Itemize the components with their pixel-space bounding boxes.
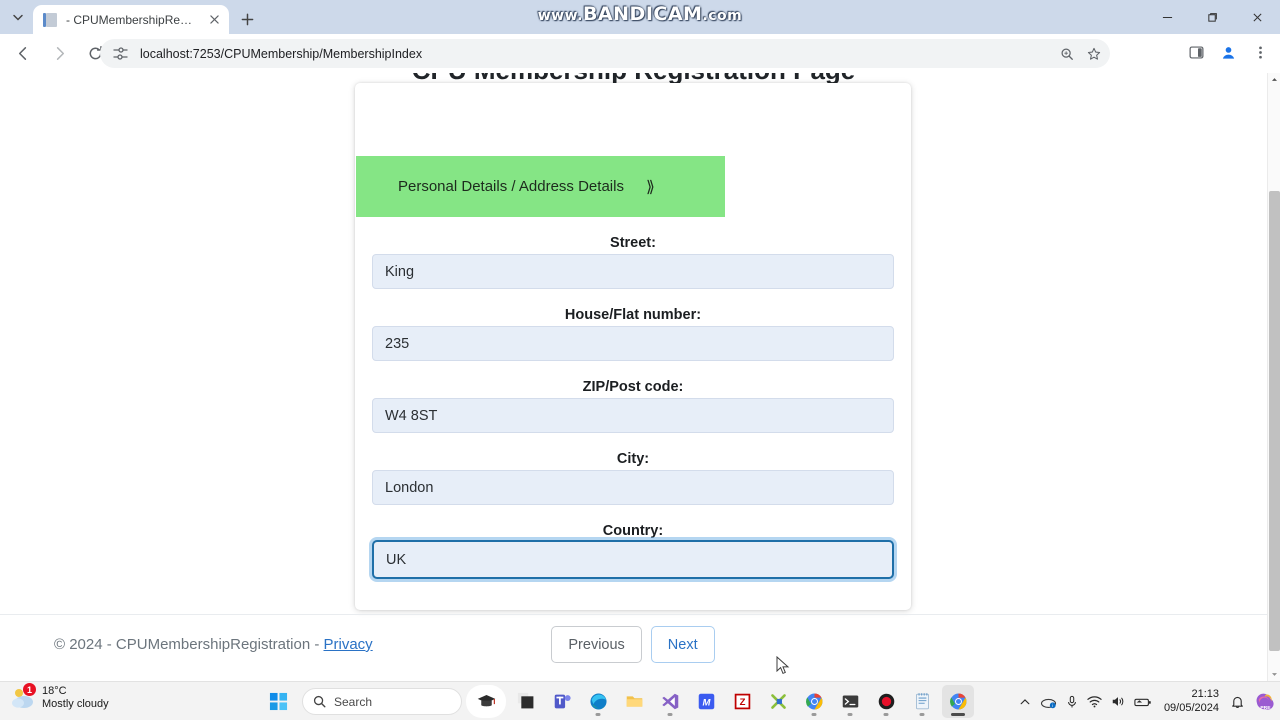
taskbar-app-google-chrome-window[interactable] <box>942 685 974 718</box>
search-zoom-icon[interactable] <box>1054 41 1079 66</box>
privacy-link[interactable]: Privacy <box>324 636 373 653</box>
scrollbar-thumb[interactable] <box>1269 191 1280 651</box>
profile-avatar-icon[interactable] <box>1214 38 1242 66</box>
site-settings-icon[interactable] <box>112 45 129 62</box>
toolbar-right-actions <box>1182 38 1274 66</box>
back-button[interactable] <box>8 39 38 69</box>
taskbar-app-green-x[interactable] <box>762 685 794 718</box>
clock-time: 21:13 <box>1191 688 1219 701</box>
weather-cloud-icon: 1 <box>10 683 36 711</box>
weather-description: Mostly cloudy <box>42 698 109 710</box>
onedrive-icon[interactable]: i <box>1040 695 1057 709</box>
taskbar-app-filezilla[interactable]: Z <box>726 685 758 718</box>
label-street: Street: <box>610 235 656 251</box>
forward-button[interactable] <box>44 39 74 69</box>
label-country: Country: <box>602 523 664 539</box>
taskbar-app-graduation-cap[interactable] <box>466 685 506 718</box>
chevron-up-icon[interactable] <box>1019 696 1031 708</box>
taskbar-apps: Search M Z <box>262 685 974 718</box>
url-text: localhost:7253/CPUMembership/MembershipI… <box>140 46 423 61</box>
forward-arrow-icon <box>56 47 64 60</box>
battery-icon[interactable] <box>1134 696 1152 708</box>
next-button[interactable]: Next <box>650 626 715 663</box>
wifi-icon[interactable] <box>1087 695 1102 708</box>
taskbar-app-terminal[interactable] <box>834 685 866 718</box>
weather-widget[interactable]: 1 18°C Mostly cloudy <box>10 683 109 711</box>
address-bar[interactable]: localhost:7253/CPUMembership/MembershipI… <box>100 39 1110 68</box>
plus-icon <box>241 13 253 25</box>
side-panel-icon[interactable] <box>1182 38 1210 66</box>
scroll-up-arrow[interactable] <box>1268 73 1280 86</box>
new-tab-button[interactable] <box>234 7 260 31</box>
wizard-step-address[interactable]: Address Details <box>519 178 624 195</box>
graduation-cap-icon <box>477 694 495 707</box>
footer-copyright: © 2024 - CPUMembershipRegistration - <box>54 636 324 653</box>
wizard-step-personal[interactable]: Personal Details <box>398 178 507 195</box>
windows-start-icon <box>269 692 287 711</box>
wizard-button-row: Previous Next <box>355 626 911 663</box>
footer-divider <box>0 614 1267 615</box>
input-country[interactable]: UK <box>372 540 894 579</box>
windows-taskbar: 1 18°C Mostly cloudy Search M Z i 21:13 … <box>0 681 1280 720</box>
taskbar-app-microsoft-edge[interactable] <box>582 685 614 718</box>
previous-button[interactable]: Previous <box>551 626 642 663</box>
start-button[interactable] <box>262 685 294 718</box>
page-footer: © 2024 - CPUMembershipRegistration - Pri… <box>54 636 373 653</box>
label-house-flat-number: House/Flat number: <box>564 307 702 323</box>
three-dot-menu-icon[interactable] <box>1246 38 1274 66</box>
weather-badge: 1 <box>23 683 36 696</box>
page-viewport: CPU Membership Registration Page Persona… <box>0 73 1280 681</box>
input-zip-post-code[interactable]: W4 8ST <box>372 398 894 433</box>
svg-text:M: M <box>702 697 711 708</box>
taskbar-app-visual-studio[interactable] <box>654 685 686 718</box>
back-arrow-icon <box>18 47 26 60</box>
bell-icon[interactable] <box>1231 695 1244 709</box>
wizard-step-header: Personal Details / Address Details ⟫ <box>356 156 725 217</box>
window-controls <box>1145 0 1280 34</box>
svg-text:i: i <box>1052 703 1053 709</box>
chevron-down-icon <box>13 14 23 21</box>
taskbar-app-task-view[interactable] <box>510 685 542 718</box>
wizard-breadcrumb[interactable]: Personal Details / Address Details <box>398 178 624 195</box>
system-tray: i 21:13 09/05/2024 PRE <box>1019 682 1274 720</box>
document-icon <box>43 12 59 28</box>
microphone-icon[interactable] <box>1066 695 1078 709</box>
tab-close-icon[interactable] <box>205 11 223 29</box>
copilot-icon[interactable]: PRE <box>1253 691 1274 712</box>
label-city: City: <box>616 451 650 467</box>
minimize-button[interactable] <box>1145 0 1190 34</box>
weather-temperature: 18°C <box>42 685 67 698</box>
input-city[interactable]: London <box>372 470 894 505</box>
taskbar-search[interactable]: Search <box>302 688 462 715</box>
maximize-button[interactable] <box>1190 0 1235 34</box>
browser-tab[interactable]: - CPUMembershipRegistration <box>33 5 229 34</box>
taskbar-app-blue-m[interactable]: M <box>690 685 722 718</box>
input-house-flat-number[interactable]: 235 <box>372 326 894 361</box>
taskbar-app-google-chrome[interactable] <box>798 685 830 718</box>
taskbar-clock[interactable]: 21:13 09/05/2024 <box>1164 688 1219 714</box>
volume-icon[interactable] <box>1111 695 1125 708</box>
taskbar-app-microsoft-teams[interactable] <box>546 685 578 718</box>
label-zip-post-code: ZIP/Post code: <box>582 379 684 395</box>
taskbar-app-notepad[interactable] <box>906 685 938 718</box>
taskbar-app-bandicam-recorder[interactable] <box>870 685 902 718</box>
window-close-button[interactable] <box>1235 0 1280 34</box>
search-icon <box>313 695 326 708</box>
chevron-double-right-icon[interactable]: ⟫ <box>646 177 655 197</box>
input-street[interactable]: King <box>372 254 894 289</box>
star-icon[interactable] <box>1081 41 1106 66</box>
svg-text:PRE: PRE <box>1260 705 1271 711</box>
tab-strip: - CPUMembershipRegistration www.BANDICAM… <box>0 0 1280 34</box>
clock-date: 09/05/2024 <box>1163 701 1219 714</box>
tab-title: - CPUMembershipRegistration <box>66 12 198 27</box>
taskbar-app-file-explorer[interactable] <box>618 685 650 718</box>
svg-text:Z: Z <box>739 697 745 708</box>
tab-search-button[interactable] <box>6 6 30 28</box>
taskbar-search-label: Search <box>334 694 373 709</box>
wizard-separator: / <box>511 178 516 195</box>
registration-card: Personal Details / Address Details ⟫ Str… <box>355 83 911 610</box>
scroll-down-arrow[interactable] <box>1268 668 1280 681</box>
page-scrollbar[interactable] <box>1267 73 1280 681</box>
browser-window: - CPUMembershipRegistration www.BANDICAM… <box>0 0 1280 720</box>
